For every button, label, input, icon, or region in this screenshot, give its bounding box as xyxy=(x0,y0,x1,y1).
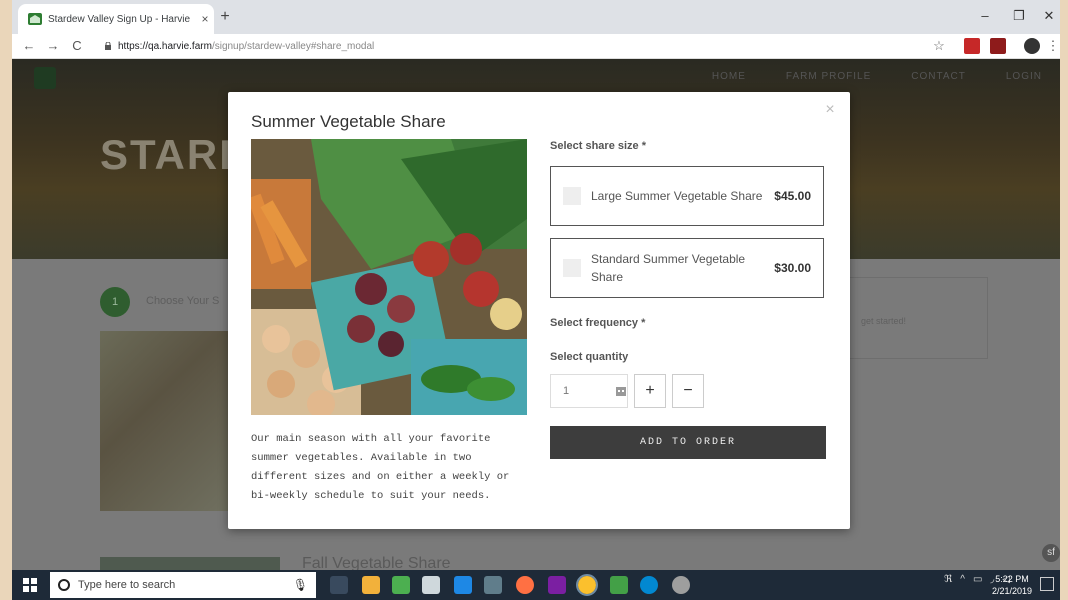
symfony-toolbar-icon[interactable]: sf xyxy=(1042,544,1060,562)
windows-taskbar: Type here to search 🎙 ℜ ^ ▭ ◞ ◁ 5:22 PM … xyxy=(12,570,1060,600)
fall-share-title: Fall Vegetable Share xyxy=(302,555,451,570)
people-icon[interactable]: ℜ xyxy=(944,574,952,585)
tab-close-icon[interactable]: × xyxy=(196,12,214,26)
nav-contact[interactable]: CONTACT xyxy=(911,71,966,82)
option-name: Standard Summer Vegetable Share xyxy=(591,252,746,284)
tray-expand-icon[interactable]: ^ xyxy=(960,574,965,585)
calculator-icon[interactable] xyxy=(422,576,440,594)
desktop-wallpaper-left xyxy=(0,0,12,600)
file-explorer-icon[interactable] xyxy=(362,576,380,594)
add-to-order-button[interactable]: ADD TO ORDER xyxy=(550,426,826,459)
battery-icon[interactable]: ▭ xyxy=(973,574,982,585)
teams-app-icon[interactable] xyxy=(548,576,566,594)
right-info-box: get started! xyxy=(840,277,988,359)
step-number-badge: 1 xyxy=(100,287,130,317)
restore-button[interactable]: ❐ xyxy=(1008,6,1030,26)
notes-app-icon[interactable] xyxy=(392,576,410,594)
extension-icon-3[interactable] xyxy=(1024,38,1040,54)
browser-window: Stardew Valley Sign Up - Harvie × + – ❐ … xyxy=(12,0,1060,600)
forward-icon[interactable]: → xyxy=(44,37,62,55)
microphone-icon[interactable]: 🎙 xyxy=(293,578,308,592)
url-path: /signup/stardew-valley#share_modal xyxy=(211,40,375,52)
start-button[interactable] xyxy=(12,570,48,600)
browser-app-icon[interactable] xyxy=(640,576,658,594)
option-price: $30.00 xyxy=(774,261,811,275)
share-size-label: Select share size * xyxy=(550,140,647,152)
option-price: $45.00 xyxy=(774,189,811,203)
url-host: https://qa.harvie.farm xyxy=(118,40,212,52)
quantity-minus-button[interactable]: − xyxy=(672,374,704,408)
chrome-icon[interactable] xyxy=(576,574,598,596)
modal-title: Summer Vegetable Share xyxy=(251,112,446,131)
share-description: Our main season with all your favorite s… xyxy=(251,433,510,502)
option-name: Large Summer Vegetable Share xyxy=(591,189,763,203)
quantity-field[interactable] xyxy=(550,374,628,408)
option-checkbox[interactable] xyxy=(563,259,581,277)
minimize-button[interactable]: – xyxy=(974,6,996,26)
nav-farm-profile[interactable]: FARM PROFILE xyxy=(786,71,871,82)
taskbar-search[interactable]: Type here to search 🎙 xyxy=(50,572,316,598)
paint-app-icon[interactable] xyxy=(672,576,690,594)
reload-icon[interactable]: C xyxy=(68,37,86,55)
option-checkbox[interactable] xyxy=(563,187,581,205)
clock-time: 5:22 PM xyxy=(995,574,1029,584)
back-icon[interactable]: ← xyxy=(20,37,38,55)
browser-menu-icon[interactable]: ⋮ xyxy=(1044,37,1062,55)
nav-home[interactable]: HOME xyxy=(712,71,746,82)
harvie-favicon-icon xyxy=(28,13,42,25)
clock-date: 2/21/2019 xyxy=(991,586,1032,596)
notification-icon[interactable] xyxy=(1040,577,1054,591)
extension-icon-2[interactable] xyxy=(990,38,1006,54)
quantity-input[interactable] xyxy=(561,384,611,398)
nav-login[interactable]: LOGIN xyxy=(1006,71,1042,82)
firefox-icon[interactable] xyxy=(516,576,534,594)
modal-close-icon[interactable]: × xyxy=(822,102,838,118)
background-share-image xyxy=(100,331,230,511)
share-modal: × Summer Vegetable Share Our main season… xyxy=(228,92,850,529)
browser-tab[interactable]: Stardew Valley Sign Up - Harvie × xyxy=(18,4,214,34)
cortana-icon xyxy=(58,579,70,591)
right-info-text: get started! xyxy=(861,316,907,326)
share-option-large[interactable]: Large Summer Vegetable Share $45.00 xyxy=(550,166,824,226)
network-app-icon[interactable] xyxy=(484,576,502,594)
extension-icon-1[interactable] xyxy=(964,38,980,54)
quantity-plus-button[interactable]: + xyxy=(634,374,666,408)
new-tab-button[interactable]: + xyxy=(216,8,234,26)
share-option-standard[interactable]: Standard Summer Vegetable Share $30.00 xyxy=(550,238,824,298)
fall-share-image xyxy=(100,557,280,570)
task-view-icon[interactable] xyxy=(330,576,348,594)
tab-title: Stardew Valley Sign Up - Harvie xyxy=(48,13,191,25)
taskbar-clock[interactable]: 5:22 PM 2/21/2019 xyxy=(992,573,1032,597)
site-logo[interactable] xyxy=(34,67,56,89)
windows-icon xyxy=(23,578,37,592)
desktop-wallpaper-right xyxy=(1060,0,1068,600)
tab-bar: Stardew Valley Sign Up - Harvie × + – ❐ … xyxy=(12,0,1060,34)
lock-icon xyxy=(105,42,111,50)
url-field[interactable]: https://qa.harvie.farm/signup/stardew-va… xyxy=(104,37,374,55)
spreadsheet-app-icon[interactable] xyxy=(610,576,628,594)
site-nav: HOME FARM PROFILE CONTACT LOGIN xyxy=(712,71,1042,82)
address-bar: ← → C https://qa.harvie.farm/signup/star… xyxy=(12,34,1060,59)
remote-app-icon[interactable] xyxy=(454,576,472,594)
quantity-label: Select quantity xyxy=(550,351,629,363)
frequency-label: Select frequency * xyxy=(550,317,646,329)
bookmark-star-icon[interactable]: ☆ xyxy=(930,37,948,55)
close-window-button[interactable]: ✕ xyxy=(1038,6,1060,26)
vegetable-photo xyxy=(251,139,527,415)
taskbar-search-placeholder: Type here to search xyxy=(78,579,176,591)
input-helper-icon xyxy=(616,387,626,396)
step-text: Choose Your S xyxy=(146,295,220,307)
